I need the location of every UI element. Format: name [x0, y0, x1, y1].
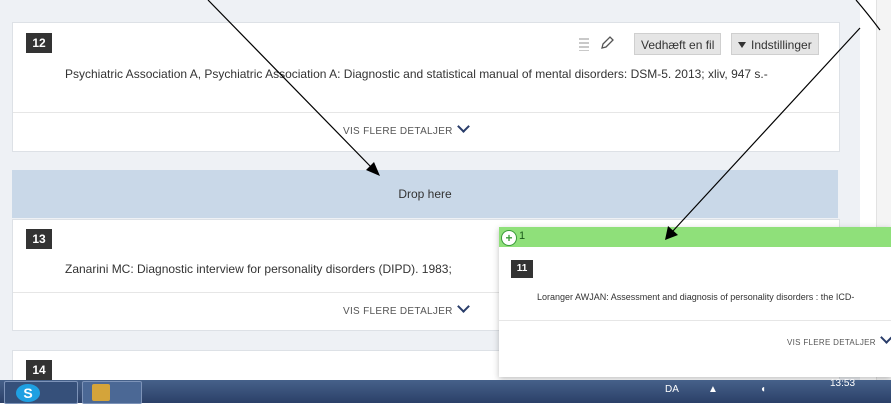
settings-dropdown-button[interactable]: Indstillinger: [731, 33, 819, 55]
reference-card-12: 12 Vedhæft en fil Indstillinger Psychiat…: [12, 22, 840, 152]
show-more-label: VIS FLERE DETALJER: [343, 126, 453, 137]
divider: [499, 320, 891, 321]
drop-zone[interactable]: Drop here: [12, 170, 838, 218]
taskbar-button-skype[interactable]: S: [4, 381, 78, 404]
show-more-label: VIS FLERE DETALJER: [343, 306, 453, 317]
reference-text: Psychiatric Association A, Psychiatric A…: [65, 67, 768, 81]
add-icon: +: [501, 230, 517, 246]
dragged-reference-card[interactable]: + 1 11 Loranger AWJAN: Assessment and di…: [499, 227, 891, 377]
chevron-down-icon: [879, 331, 891, 344]
reference-number-badge: 11: [511, 260, 533, 278]
caret-down-icon: [738, 42, 746, 48]
system-tray: DA ▲ ◖ 13:53: [660, 378, 891, 403]
reference-text: Zanarini MC: Diagnostic interview for pe…: [65, 262, 452, 276]
chevron-down-icon: [456, 300, 470, 313]
language-indicator[interactable]: DA: [665, 384, 679, 395]
skype-icon: S: [16, 384, 40, 402]
show-more-details-link[interactable]: VIS FLERE DETALJER: [787, 331, 891, 347]
show-more-label: VIS FLERE DETALJER: [787, 338, 876, 347]
list-lines-icon[interactable]: [579, 37, 589, 51]
drag-count-header: + 1: [499, 227, 891, 247]
reference-number-badge: 12: [26, 33, 52, 53]
reference-number-badge: 14: [26, 360, 52, 380]
pencil-icon[interactable]: [599, 35, 615, 51]
taskbar-button-app[interactable]: [82, 381, 142, 404]
taskbar: S DA ▲ ◖ 13:53: [0, 378, 891, 404]
volume-icon[interactable]: ◖: [760, 384, 766, 395]
divider: [13, 112, 839, 113]
clock[interactable]: 13:53: [830, 378, 855, 389]
show-more-details-link[interactable]: VIS FLERE DETALJER: [343, 120, 470, 137]
settings-label: Indstillinger: [751, 38, 812, 52]
reference-text: Loranger AWJAN: Assessment and diagnosis…: [537, 292, 855, 302]
show-more-details-link[interactable]: VIS FLERE DETALJER: [343, 300, 470, 317]
network-icon[interactable]: ▲: [708, 384, 718, 395]
drop-zone-label: Drop here: [398, 187, 452, 201]
attach-file-button[interactable]: Vedhæft en fil: [634, 33, 722, 55]
chevron-down-icon: [456, 120, 470, 133]
app-icon: [92, 384, 110, 401]
reference-number-badge: 13: [26, 229, 52, 249]
drag-count: 1: [519, 230, 526, 242]
